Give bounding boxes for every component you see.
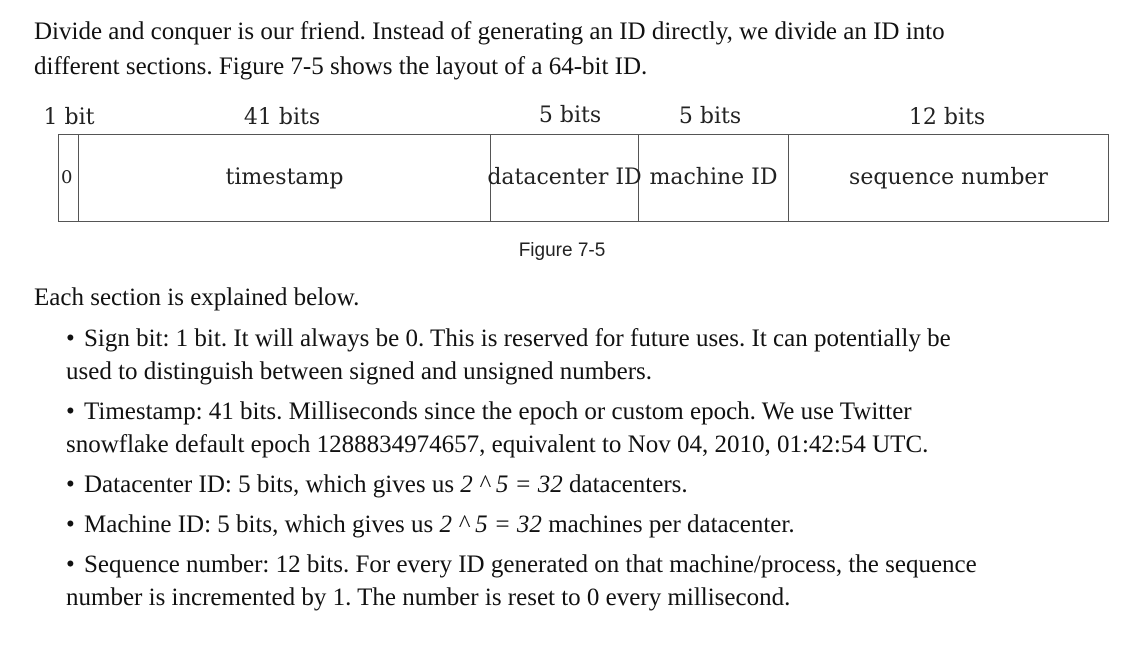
bullet-icon: • — [66, 398, 75, 425]
list-item-datacenter-id: • Datacenter ID: 5 bits, which gives us 2… — [66, 468, 1126, 501]
cell-machine-id: machine ID — [639, 135, 789, 221]
bullet-icon: • — [66, 325, 75, 352]
datacenter-text-after: datacenters. — [562, 471, 688, 498]
sign-bit-line-2: used to distinguish between signed and u… — [66, 358, 653, 385]
intro-paragraph: Divide and conquer is our friend. Instea… — [34, 14, 1124, 84]
section-list: • Sign bit: 1 bit. It will always be 0. T… — [66, 322, 1126, 621]
list-item-machine-id: • Machine ID: 5 bits, which gives us 2 ^ … — [66, 508, 1126, 541]
datacenter-math: 2 ^ 5 = 32 — [460, 471, 563, 498]
timestamp-line-1: Timestamp: 41 bits. Milliseconds since t… — [84, 398, 912, 425]
figure-caption: Figure 7-5 — [518, 240, 606, 261]
bit-label-datacenter: 5 bits — [538, 103, 602, 128]
machine-text-before: Machine ID: 5 bits, which gives us — [84, 511, 440, 538]
intro-line-1: Divide and conquer is our friend. Instea… — [34, 18, 945, 45]
machine-text-after: machines per datacenter. — [541, 511, 795, 538]
bullet-icon: • — [66, 511, 75, 538]
cell-sign-bit: 0 — [59, 135, 79, 221]
machine-math: 2 ^ 5 = 32 — [439, 511, 542, 538]
bit-label-timestamp: 41 bits — [243, 105, 321, 130]
bit-label-machine: 5 bits — [678, 104, 742, 129]
datacenter-text-before: Datacenter ID: 5 bits, which gives us — [84, 471, 461, 498]
bit-label-sequence: 12 bits — [908, 105, 986, 130]
intro-line-2: different sections. Figure 7-5 shows the… — [34, 53, 648, 80]
sign-bit-line-1: Sign bit: 1 bit. It will always be 0. Th… — [84, 325, 951, 352]
sequence-line-2: number is incremented by 1. The number i… — [66, 584, 791, 611]
timestamp-line-2: snowflake default epoch 1288834974657, e… — [66, 431, 929, 458]
list-item-sign-bit: • Sign bit: 1 bit. It will always be 0. T… — [66, 322, 1126, 388]
section-intro: Each section is explained below. — [34, 284, 360, 311]
list-item-sequence-number: • Sequence number: 12 bits. For every ID … — [66, 548, 1126, 614]
cell-sequence-number: sequence number — [849, 164, 1048, 190]
sequence-line-1: Sequence number: 12 bits. For every ID g… — [84, 551, 977, 578]
cell-timestamp: timestamp — [79, 135, 491, 221]
id-layout-table: 0 timestamp datacenter ID machine ID seq… — [58, 134, 1109, 222]
bullet-icon: • — [66, 471, 75, 498]
cell-datacenter-id: datacenter ID — [487, 135, 642, 221]
list-item-timestamp: • Timestamp: 41 bits. Milliseconds since … — [66, 395, 1126, 461]
bit-label-sign: 1 bit — [43, 105, 95, 130]
bullet-icon: • — [66, 551, 75, 578]
